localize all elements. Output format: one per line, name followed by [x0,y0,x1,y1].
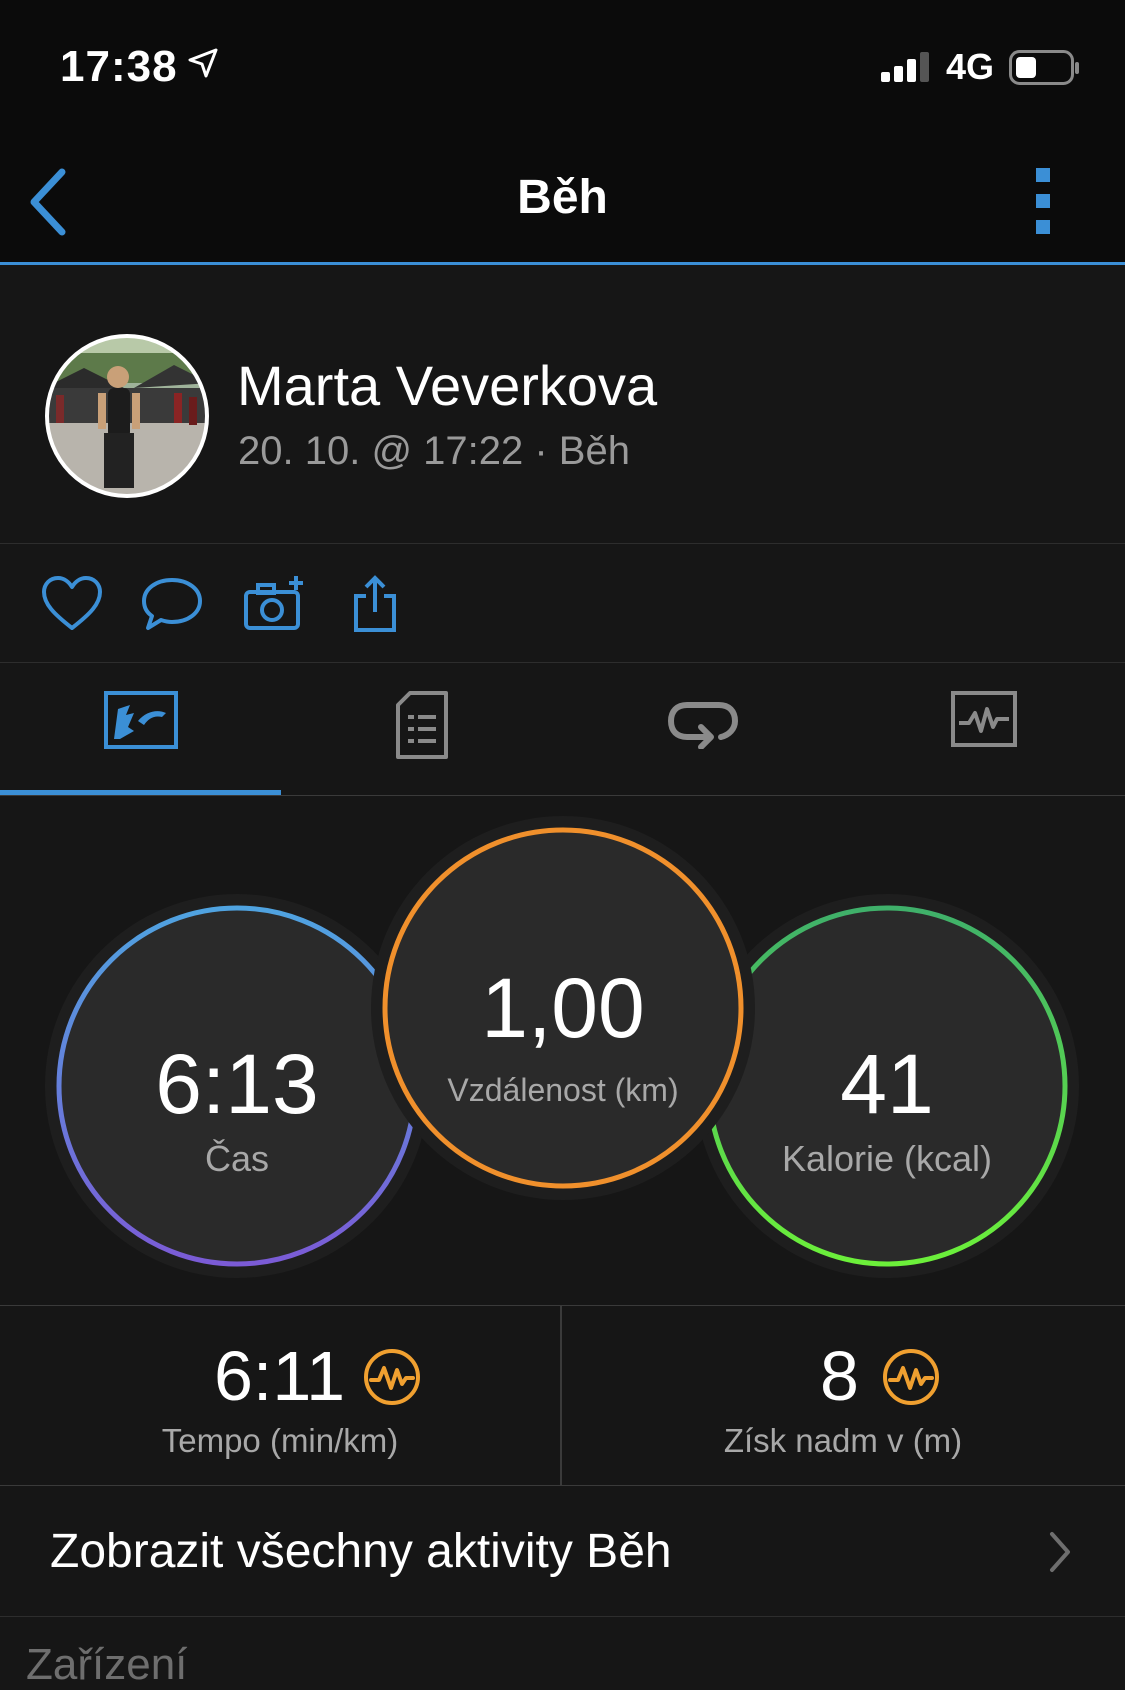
details-list-icon [395,691,448,759]
athlete-name[interactable]: Marta Veverkova [237,353,657,418]
time-value: 6:13 [155,1037,319,1131]
metric-circles: 6:13 Čas 1,00 Vzdálenost (km) 41 Kalorie… [0,796,1125,1304]
tab-details[interactable] [281,663,562,795]
all-activities-link[interactable]: Zobrazit všechny aktivity Běh [0,1486,1125,1617]
elevation-badge-icon [883,1349,939,1405]
chevron-right-icon [1050,1532,1070,1572]
time-label: Čas [204,1138,270,1179]
more-options-icon[interactable] [1028,166,1058,236]
page-title: Běh [517,171,608,224]
activity-header: Marta Veverkova 20. 10. @ 17:22 · Běh [0,265,1125,544]
status-time: 17:38 [60,42,178,91]
pace-label: Tempo (min/km) [161,1422,399,1459]
avatar[interactable] [44,333,210,499]
calories-value: 41 [840,1037,934,1131]
network-type: 4G [946,46,995,87]
distance-label: Vzdálenost (km) [447,1072,679,1108]
active-tab-indicator [0,790,281,795]
all-activities-label: Zobrazit všechny aktivity Běh [50,1525,672,1578]
tab-laps[interactable] [562,663,843,795]
location-arrow-icon [188,48,218,78]
laps-icon [667,702,738,749]
nav-bar: Běh [0,140,1125,265]
battery-icon [1009,50,1079,85]
share-icon[interactable] [344,574,408,634]
elevation-value: 8 [820,1337,859,1415]
signal-icon [881,52,929,82]
tab-charts[interactable] [843,663,1124,795]
tab-stats[interactable] [0,663,281,795]
comment-bubble-icon[interactable] [140,574,204,634]
tab-bar [0,663,1125,796]
status-bar: 17:38 4G [0,0,1125,140]
add-photo-camera-icon[interactable] [242,574,306,634]
secondary-stats: 6:11 Tempo (min/km) 8 Získ nadm v (m) [0,1305,1125,1486]
stats-icon [103,691,178,749]
calories-label: Kalorie (kcal) [781,1138,993,1179]
distance-value: 1,00 [481,961,645,1055]
like-heart-icon[interactable] [40,574,104,634]
stats-divider [560,1306,562,1485]
activity-meta: 20. 10. @ 17:22 · Běh [238,429,630,473]
action-bar [0,544,1125,663]
pace-badge-icon [364,1349,420,1405]
chart-icon [950,691,1017,747]
pace-value: 6:11 [214,1337,346,1415]
elevation-label: Získ nadm v (m) [723,1422,963,1459]
section-header-devices: Zařízení [26,1640,188,1689]
